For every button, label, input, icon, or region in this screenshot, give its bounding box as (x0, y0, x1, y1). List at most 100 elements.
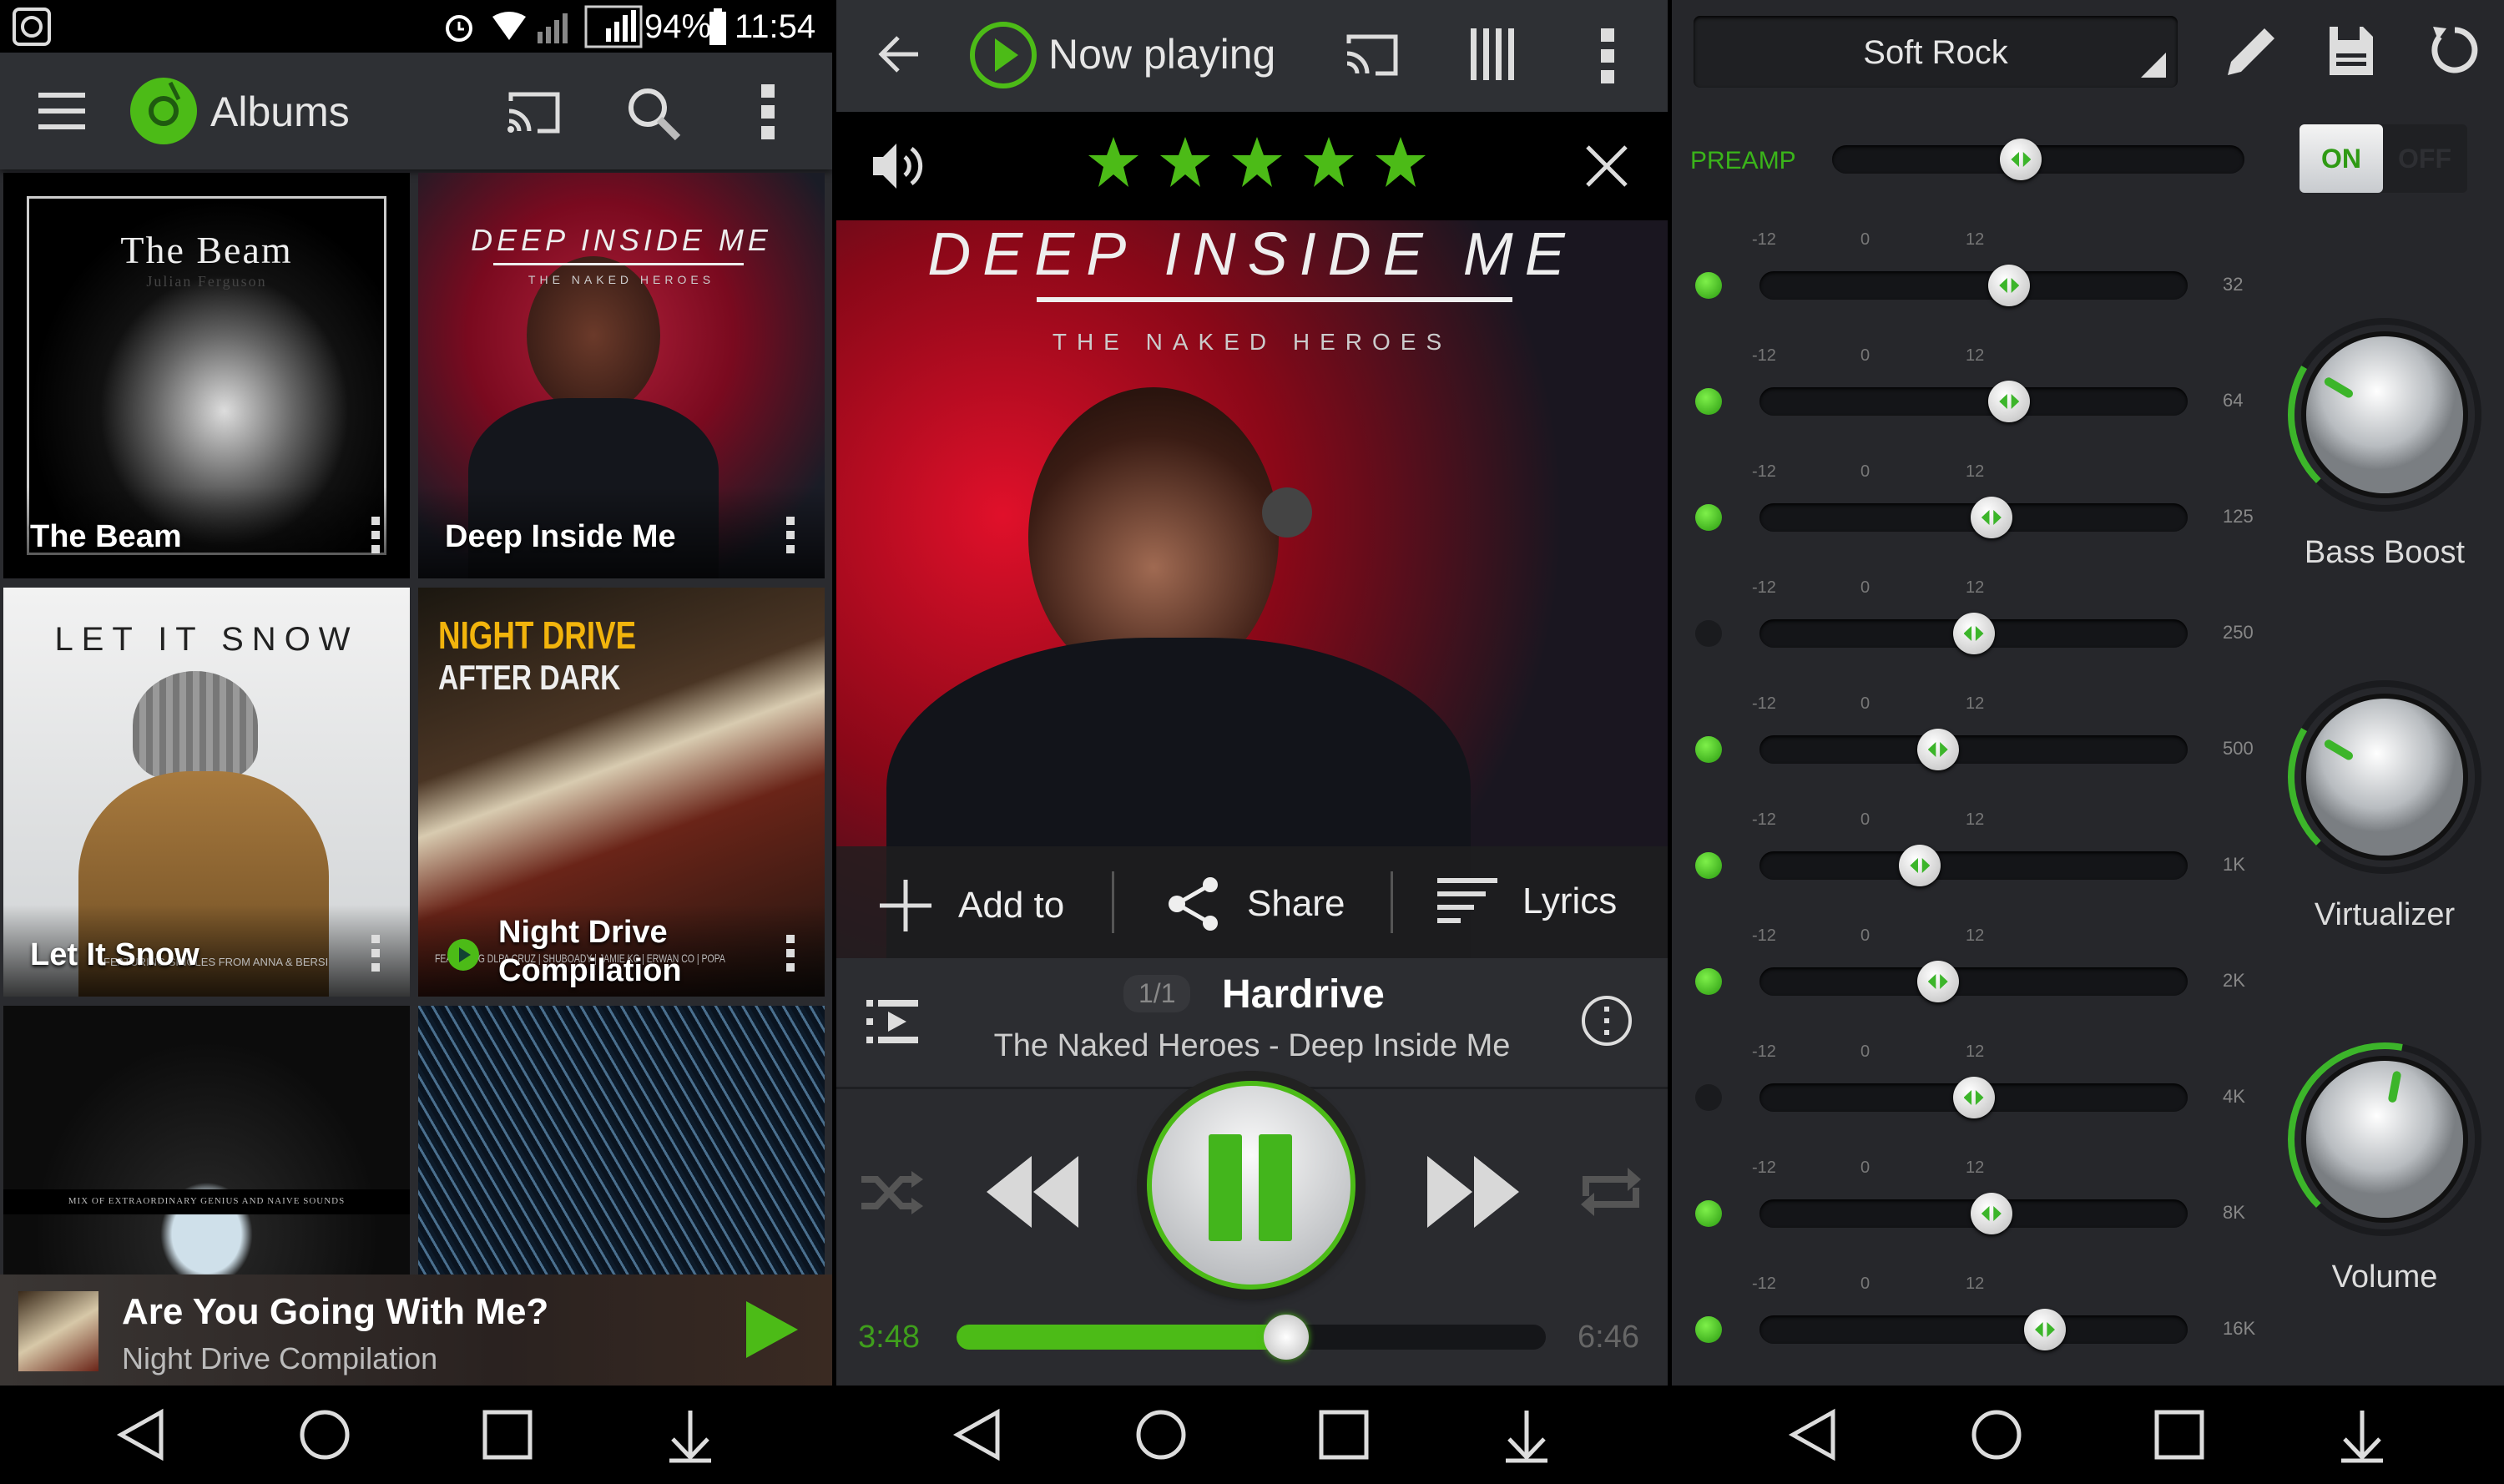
equalizer-icon[interactable] (1469, 28, 1514, 80)
home-nav-icon[interactable] (1132, 1406, 1190, 1464)
band-frequency: 250 (2223, 622, 2254, 643)
band-slider-thumb[interactable] (1970, 1193, 2012, 1234)
search-icon[interactable] (626, 86, 681, 141)
album-more-icon[interactable] (371, 517, 380, 553)
preset-dropdown[interactable]: Soft Rock (1694, 16, 2178, 88)
cast-icon[interactable] (506, 89, 563, 136)
knob-virtualizer[interactable]: Virtualizer (2286, 660, 2483, 961)
pause-button[interactable] (1147, 1081, 1355, 1290)
toggle-on[interactable]: ON (2300, 124, 2383, 193)
band-slider-thumb[interactable] (1988, 381, 2031, 422)
star-icon[interactable] (1230, 135, 1284, 189)
notifications-nav-icon[interactable] (661, 1406, 719, 1464)
band-enable-dot[interactable] (1695, 1200, 1722, 1227)
back-nav-icon[interactable] (949, 1406, 1007, 1464)
more-vert-icon[interactable] (761, 84, 775, 139)
home-nav-icon[interactable] (295, 1406, 354, 1464)
seek-bar-thumb[interactable] (1264, 1315, 1310, 1360)
band-slider-thumb[interactable] (1916, 961, 1959, 1002)
power-toggle[interactable]: ON OFF (2300, 124, 2467, 193)
back-nav-icon[interactable] (113, 1406, 171, 1464)
band-slider-thumb[interactable] (1952, 613, 1995, 654)
notifications-nav-icon[interactable] (1497, 1406, 1556, 1464)
share-button[interactable]: Share (1167, 876, 1345, 931)
edit-icon[interactable] (2224, 25, 2276, 77)
band-slider-thumb[interactable] (1970, 497, 2012, 538)
band-slider[interactable] (1759, 497, 2188, 538)
home-nav-icon[interactable] (1967, 1406, 2026, 1464)
rewind-icon[interactable] (985, 1154, 1082, 1229)
back-nav-icon[interactable] (1785, 1406, 1843, 1464)
album-tile-night-drive[interactable]: NIGHT DRIVE AFTER DARK FEATURING DLPA CR… (418, 588, 825, 997)
recents-nav-icon[interactable] (2150, 1406, 2209, 1464)
band-slider-thumb[interactable] (1899, 845, 1941, 886)
band-slider-thumb[interactable] (1916, 729, 1959, 770)
album-tile-deep-inside-me[interactable]: DEEP INSIDE ME THE NAKED HEROES Deep Ins… (418, 173, 825, 578)
cast-icon[interactable] (1344, 32, 1401, 78)
band-enable-dot[interactable] (1695, 852, 1722, 879)
notifications-nav-icon[interactable] (2333, 1406, 2391, 1464)
album-more-icon[interactable] (786, 517, 795, 553)
band-enable-dot[interactable] (1695, 736, 1722, 763)
knob-bass-boost[interactable]: Bass Boost (2286, 298, 2483, 598)
star-icon[interactable] (1159, 135, 1212, 189)
band-slider-thumb[interactable] (1988, 265, 2031, 306)
knob-volume[interactable]: Volume (2286, 1022, 2483, 1323)
album-more-icon[interactable] (371, 935, 380, 972)
album-tile-mix[interactable]: MIX OF EXTRAORDINARY GENIUS AND NAIVE SO… (3, 1006, 410, 1275)
band-slider[interactable] (1759, 265, 2188, 306)
more-vert-icon[interactable] (1601, 28, 1614, 83)
album-tile-let-it-snow[interactable]: LET IT SNOW FEATURING SINGLES FROM ANNA … (3, 588, 410, 997)
preamp-slider[interactable] (1832, 139, 2244, 180)
save-icon[interactable] (2328, 25, 2375, 77)
band-enable-dot[interactable] (1695, 968, 1722, 995)
band-slider[interactable] (1759, 961, 2188, 1002)
band-enable-dot[interactable] (1695, 272, 1722, 299)
album-tile-the-beam[interactable]: The Beam Julian Ferguson The Beam (3, 173, 410, 578)
knob-dial[interactable] (2286, 679, 2483, 876)
preamp-label: PREAMP (1690, 147, 1796, 174)
recents-nav-icon[interactable] (1315, 1406, 1373, 1464)
band-enable-dot[interactable] (1695, 620, 1722, 647)
star-icon[interactable] (1374, 135, 1427, 189)
band-slider[interactable] (1759, 613, 2188, 654)
band-enable-dot[interactable] (1695, 388, 1722, 415)
band-slider[interactable] (1759, 1077, 2188, 1118)
track-title: Hardrive (1222, 972, 1385, 1017)
band-slider[interactable] (1759, 1193, 2188, 1234)
play-icon[interactable] (745, 1300, 800, 1360)
band-slider[interactable] (1759, 381, 2188, 422)
band-slider[interactable] (1759, 1309, 2188, 1350)
seek-bar[interactable] (957, 1315, 1546, 1360)
toggle-off[interactable]: OFF (2383, 124, 2466, 193)
star-icon[interactable] (1302, 135, 1355, 189)
album-tile-star-trails[interactable] (418, 1006, 825, 1275)
recents-nav-icon[interactable] (478, 1406, 537, 1464)
band-enable-dot[interactable] (1695, 1084, 1722, 1111)
add-to-button[interactable]: Add to (878, 878, 1064, 933)
star-icon[interactable] (1087, 135, 1140, 189)
repeat-icon[interactable] (1578, 1163, 1644, 1221)
preamp-thumb[interactable] (2000, 139, 2042, 180)
lyrics-button[interactable]: Lyrics (1437, 878, 1617, 925)
star-rating[interactable] (1087, 135, 1427, 189)
reset-icon[interactable] (2428, 23, 2481, 77)
knob-dial[interactable] (2286, 316, 2483, 513)
fast-forward-icon[interactable] (1426, 1154, 1522, 1229)
band-enable-dot[interactable] (1695, 504, 1722, 531)
cover-subtitle: AFTER DARK (438, 658, 621, 697)
menu-icon[interactable] (38, 93, 85, 129)
band-slider-thumb[interactable] (2024, 1309, 2066, 1350)
back-arrow-icon[interactable] (878, 35, 920, 73)
album-more-icon[interactable] (786, 935, 795, 972)
band-slider[interactable] (1759, 845, 2188, 886)
shuffle-icon[interactable] (860, 1168, 925, 1218)
knob-dial[interactable] (2286, 1041, 2483, 1238)
close-icon[interactable] (1584, 144, 1629, 189)
band-slider[interactable] (1759, 729, 2188, 770)
track-options-icon[interactable] (1581, 995, 1633, 1047)
band-enable-dot[interactable] (1695, 1316, 1722, 1343)
volume-icon[interactable] (870, 139, 925, 194)
mini-player[interactable]: Are You Going With Me? Night Drive Compi… (0, 1275, 832, 1386)
band-slider-thumb[interactable] (1952, 1077, 1995, 1118)
